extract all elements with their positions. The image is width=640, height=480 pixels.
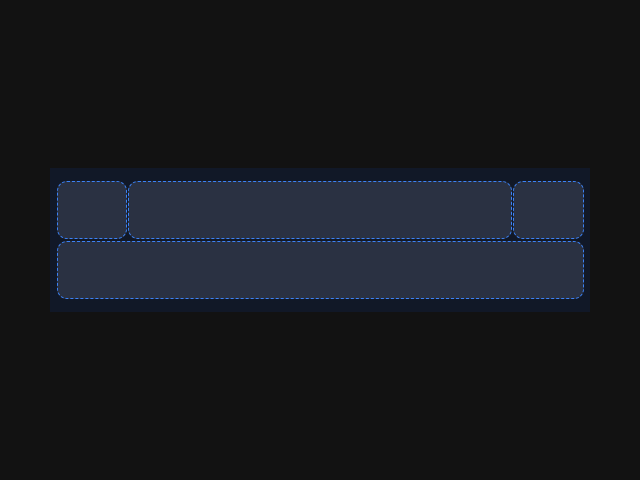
grid-cell-a xyxy=(57,181,127,239)
canvas xyxy=(0,0,640,480)
grid-cell-c xyxy=(513,181,584,239)
grid-cell-d xyxy=(57,241,584,299)
grid-cell-b xyxy=(128,181,512,239)
grid-container xyxy=(50,168,590,312)
